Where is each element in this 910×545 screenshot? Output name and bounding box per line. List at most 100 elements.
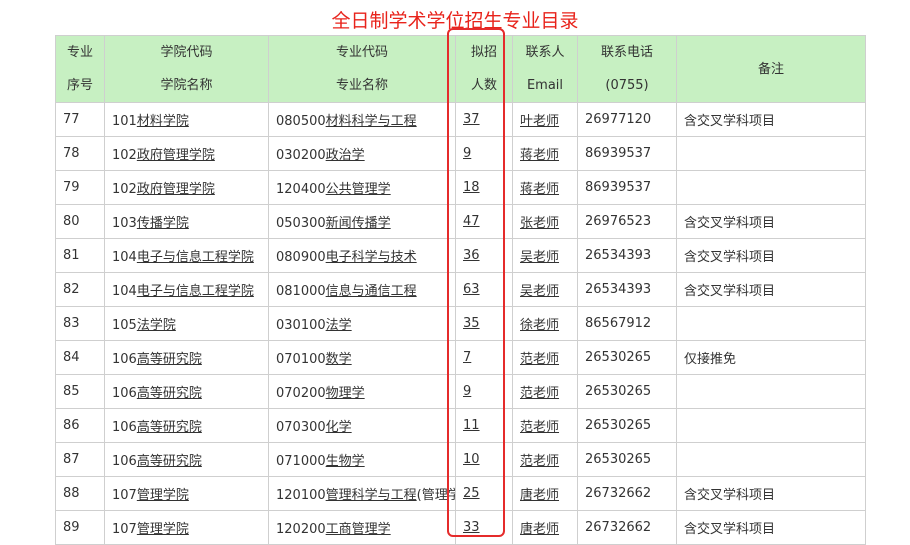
plan-count-link[interactable]: 9 bbox=[463, 384, 471, 399]
major-link[interactable]: 化学 bbox=[326, 420, 352, 435]
phone-cell: 26534393 bbox=[577, 238, 677, 273]
major-code: 050300 bbox=[276, 216, 326, 231]
plan-count-link[interactable]: 25 bbox=[463, 486, 480, 501]
major-code: 071000 bbox=[276, 454, 326, 469]
college-code: 104 bbox=[112, 284, 137, 299]
major-link[interactable]: 信息与通信工程 bbox=[326, 284, 417, 299]
college-cell: 102政府管理学院 bbox=[104, 170, 269, 205]
note-cell: 含交叉学科项目 bbox=[676, 272, 866, 307]
plan-cell: 33 bbox=[455, 510, 513, 545]
seq-cell: 82 bbox=[55, 272, 105, 307]
major-link[interactable]: 管理科学与工程 bbox=[326, 488, 417, 503]
college-link[interactable]: 高等研究院 bbox=[137, 420, 202, 435]
plan-count-link[interactable]: 11 bbox=[463, 418, 480, 433]
college-code: 104 bbox=[112, 250, 137, 265]
college-link[interactable]: 政府管理学院 bbox=[137, 182, 215, 197]
college-link[interactable]: 高等研究院 bbox=[137, 454, 202, 469]
contact-email-link[interactable]: 张老师 bbox=[520, 216, 559, 231]
contact-email-link[interactable]: 范老师 bbox=[520, 454, 559, 469]
plan-cell: 36 bbox=[455, 238, 513, 273]
college-link[interactable]: 电子与信息工程学院 bbox=[137, 284, 254, 299]
contact-email-link[interactable]: 范老师 bbox=[520, 420, 559, 435]
college-link[interactable]: 材料学院 bbox=[137, 114, 189, 129]
seq-cell: 88 bbox=[55, 476, 105, 511]
plan-cell: 9 bbox=[455, 374, 513, 409]
seq-cell: 86 bbox=[55, 408, 105, 443]
phone-cell: 26976523 bbox=[577, 204, 677, 239]
major-code: 120400 bbox=[276, 182, 326, 197]
contact-email-link[interactable]: 范老师 bbox=[520, 386, 559, 401]
major-link[interactable]: 材料科学与工程 bbox=[326, 114, 417, 129]
plan-count-link[interactable]: 36 bbox=[463, 248, 480, 263]
college-code: 103 bbox=[112, 216, 137, 231]
college-link[interactable]: 政府管理学院 bbox=[137, 148, 215, 163]
plan-count-link[interactable]: 63 bbox=[463, 282, 480, 297]
college-link[interactable]: 管理学院 bbox=[137, 488, 189, 503]
contact-cell: 张老师 bbox=[512, 204, 578, 239]
major-code: 070200 bbox=[276, 386, 326, 401]
contact-email-link[interactable]: 徐老师 bbox=[520, 318, 559, 333]
major-link[interactable]: 公共管理学 bbox=[326, 182, 391, 197]
table-row: 81 104电子与信息工程学院 080900电子科学与技术 36 吴老师 26534393… bbox=[55, 238, 866, 273]
plan-count-link[interactable]: 37 bbox=[463, 112, 480, 127]
table-row: 79 102政府管理学院 120400公共管理学 18 蒋老师 86939537 bbox=[55, 170, 866, 205]
college-link[interactable]: 法学院 bbox=[137, 318, 176, 333]
phone-cell: 26530265 bbox=[577, 408, 677, 443]
seq-cell: 87 bbox=[55, 442, 105, 477]
college-link[interactable]: 传播学院 bbox=[137, 216, 189, 231]
major-link[interactable]: 生物学 bbox=[326, 454, 365, 469]
contact-email-link[interactable]: 唐老师 bbox=[520, 488, 559, 503]
page-title: 全日制学术学位招生专业目录 bbox=[331, 10, 579, 32]
plan-count-link[interactable]: 33 bbox=[463, 520, 480, 535]
seq-cell: 80 bbox=[55, 204, 105, 239]
note-cell: 含交叉学科项目 bbox=[676, 510, 866, 545]
plan-cell: 11 bbox=[455, 408, 513, 443]
college-link[interactable]: 高等研究院 bbox=[137, 386, 202, 401]
college-link[interactable]: 高等研究院 bbox=[137, 352, 202, 367]
note-cell bbox=[676, 306, 866, 341]
table-row: 87 106高等研究院 071000生物学 10 范老师 26530265 bbox=[55, 442, 866, 477]
phone-cell: 26530265 bbox=[577, 340, 677, 375]
major-link[interactable]: 数学 bbox=[326, 352, 352, 367]
contact-email-link[interactable]: 蒋老师 bbox=[520, 182, 559, 197]
major-link[interactable]: 新闻传播学 bbox=[326, 216, 391, 231]
header-major: 专业代码 专业名称 bbox=[268, 35, 456, 103]
contact-email-link[interactable]: 叶老师 bbox=[520, 114, 559, 129]
table-row: 82 104电子与信息工程学院 081000信息与通信工程 63 吴老师 26534393… bbox=[55, 272, 866, 307]
college-cell: 107管理学院 bbox=[104, 476, 269, 511]
table-row: 88107管理学院120100管理科学与工程(管理学)25唐老师26732662… bbox=[55, 476, 866, 511]
major-code: 030200 bbox=[276, 148, 326, 163]
contact-email-link[interactable]: 蒋老师 bbox=[520, 148, 559, 163]
plan-cell: 47 bbox=[455, 204, 513, 239]
major-link[interactable]: 物理学 bbox=[326, 386, 365, 401]
contact-cell: 范老师 bbox=[512, 442, 578, 477]
plan-count-link[interactable]: 47 bbox=[463, 214, 480, 229]
contact-email-link[interactable]: 吴老师 bbox=[520, 250, 559, 265]
plan-count-link[interactable]: 9 bbox=[463, 146, 471, 161]
phone-cell: 26977120 bbox=[577, 102, 677, 137]
major-cell: 030200政治学 bbox=[268, 136, 456, 171]
plan-count-link[interactable]: 7 bbox=[463, 350, 471, 365]
major-link[interactable]: 电子科学与技术 bbox=[326, 250, 417, 265]
major-cell: 080900电子科学与技术 bbox=[268, 238, 456, 273]
phone-cell: 26530265 bbox=[577, 374, 677, 409]
contact-email-link[interactable]: 吴老师 bbox=[520, 284, 559, 299]
major-code: 120100 bbox=[276, 488, 326, 503]
contact-cell: 徐老师 bbox=[512, 306, 578, 341]
note-cell: 含交叉学科项目 bbox=[676, 204, 866, 239]
plan-count-link[interactable]: 18 bbox=[463, 180, 480, 195]
plan-count-link[interactable]: 35 bbox=[463, 316, 480, 331]
major-cell: 120400公共管理学 bbox=[268, 170, 456, 205]
phone-cell: 26534393 bbox=[577, 272, 677, 307]
plan-count-link[interactable]: 10 bbox=[463, 452, 480, 467]
major-code: 080500 bbox=[276, 114, 326, 129]
contact-cell: 唐老师 bbox=[512, 476, 578, 511]
major-link[interactable]: 法学 bbox=[326, 318, 352, 333]
major-link[interactable]: 工商管理学 bbox=[326, 522, 391, 537]
college-cell: 106高等研究院 bbox=[104, 442, 269, 477]
college-link[interactable]: 管理学院 bbox=[137, 522, 189, 537]
major-link[interactable]: 政治学 bbox=[326, 148, 365, 163]
contact-email-link[interactable]: 唐老师 bbox=[520, 522, 559, 537]
contact-email-link[interactable]: 范老师 bbox=[520, 352, 559, 367]
college-link[interactable]: 电子与信息工程学院 bbox=[137, 250, 254, 265]
